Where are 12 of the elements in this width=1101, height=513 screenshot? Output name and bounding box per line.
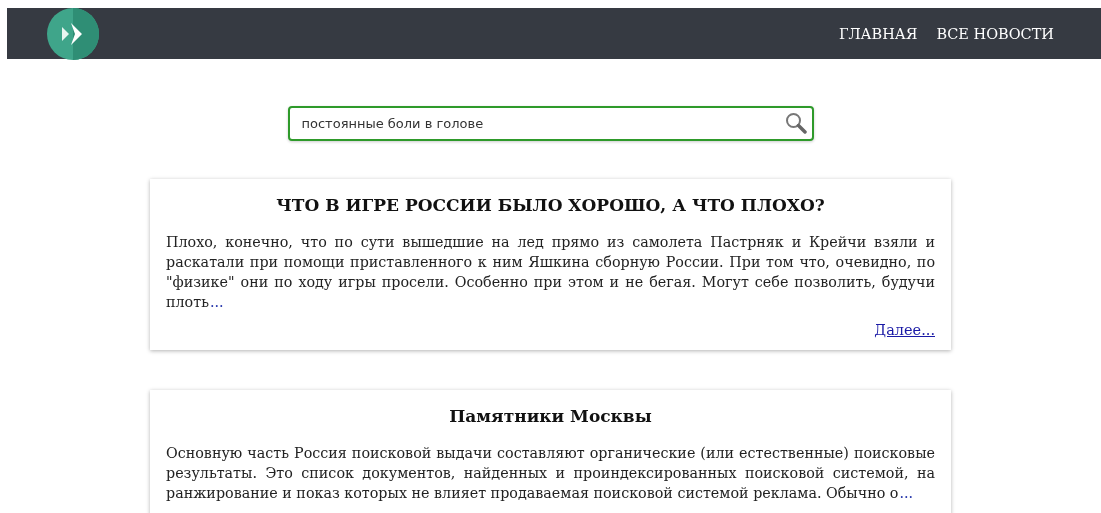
article-title: Памятники Москвы: [448, 406, 653, 426]
ellipsis-link[interactable]: ...: [209, 294, 224, 310]
search-field[interactable]: постоянные боли в голове: [287, 106, 814, 141]
article-excerpt: Основную часть Россия поисковой выдачи составляют органические (или естественные) поисковые результаты. Это список документов, найденных и проиндексированных поисковой системой, на ранжирование и показ которых не влияет продаваемая поисковой системой реклама. Обычно о...: [166, 444, 935, 503]
nav-link[interactable]: ВСЕ НОВОСТИ: [936, 25, 1054, 42]
ellipsis-link[interactable]: ...: [899, 485, 914, 501]
read-more-link[interactable]: Далее...: [874, 322, 935, 338]
search-icon[interactable]: [784, 112, 807, 134]
logo-icon[interactable]: [47, 7, 99, 60]
nav-link[interactable]: ГЛАВНАЯ: [838, 25, 918, 42]
article-excerpt: Плохо, конечно, что по сути вышедшие на лед прямо из самолета Пастрняк и Крейчи взяли и раскатали при помощи приставленного к ним Яшкина сборную России. При том что, очевидно, по "физике" они по ходу игры просели. Особенно при этом и не бегая. Могут себе позволить, будучи плоть...: [166, 233, 935, 312]
article-title: ЧТО В ИГРЕ РОССИИ БЫЛО ХОРОШО, А ЧТО ПЛОХО?: [275, 195, 826, 215]
